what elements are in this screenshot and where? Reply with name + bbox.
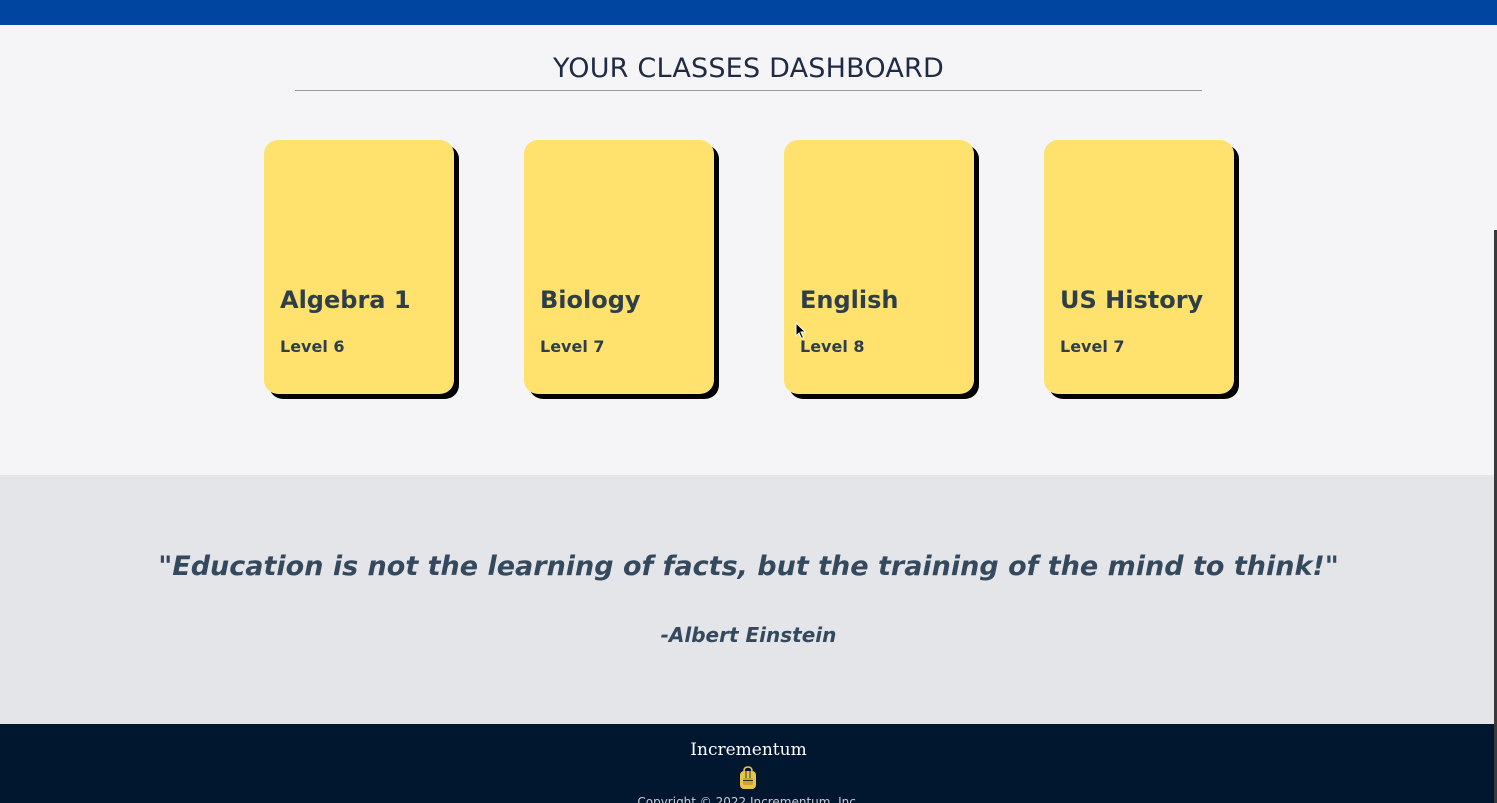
class-card-level: Level 8 [800,337,865,356]
class-card-level: Level 7 [1060,337,1125,356]
quote-text: "Education is not the learning of facts,… [158,551,1339,582]
footer: Incrementum Copyright © 2022 Incrementum… [0,724,1497,803]
class-card-english[interactable]: English Level 8 [784,140,974,394]
quote-author: -Albert Einstein [660,623,837,647]
class-card-name: Biology [540,286,641,314]
footer-brand-name: Incrementum [690,740,807,760]
class-card-algebra[interactable]: Algebra 1 Level 6 [264,140,454,394]
title-divider [295,90,1202,91]
quote-section: "Education is not the learning of facts,… [0,475,1497,724]
backpack-icon [740,766,756,789]
class-card-name: US History [1060,286,1204,314]
footer-copyright: Copyright © 2022 Incrementum, Inc. [637,795,860,803]
page-title: YOUR CLASSES DASHBOARD [553,53,944,84]
class-card-name: Algebra 1 [280,286,411,314]
top-nav-bar [0,0,1497,25]
class-card-level: Level 6 [280,337,345,356]
mouse-cursor-icon [795,322,807,340]
class-card-level: Level 7 [540,337,605,356]
class-card-name: English [800,286,899,314]
class-card-biology[interactable]: Biology Level 7 [524,140,714,394]
class-card-us-history[interactable]: US History Level 7 [1044,140,1234,394]
dashboard-section: YOUR CLASSES DASHBOARD Algebra 1 Level 6… [0,25,1497,475]
